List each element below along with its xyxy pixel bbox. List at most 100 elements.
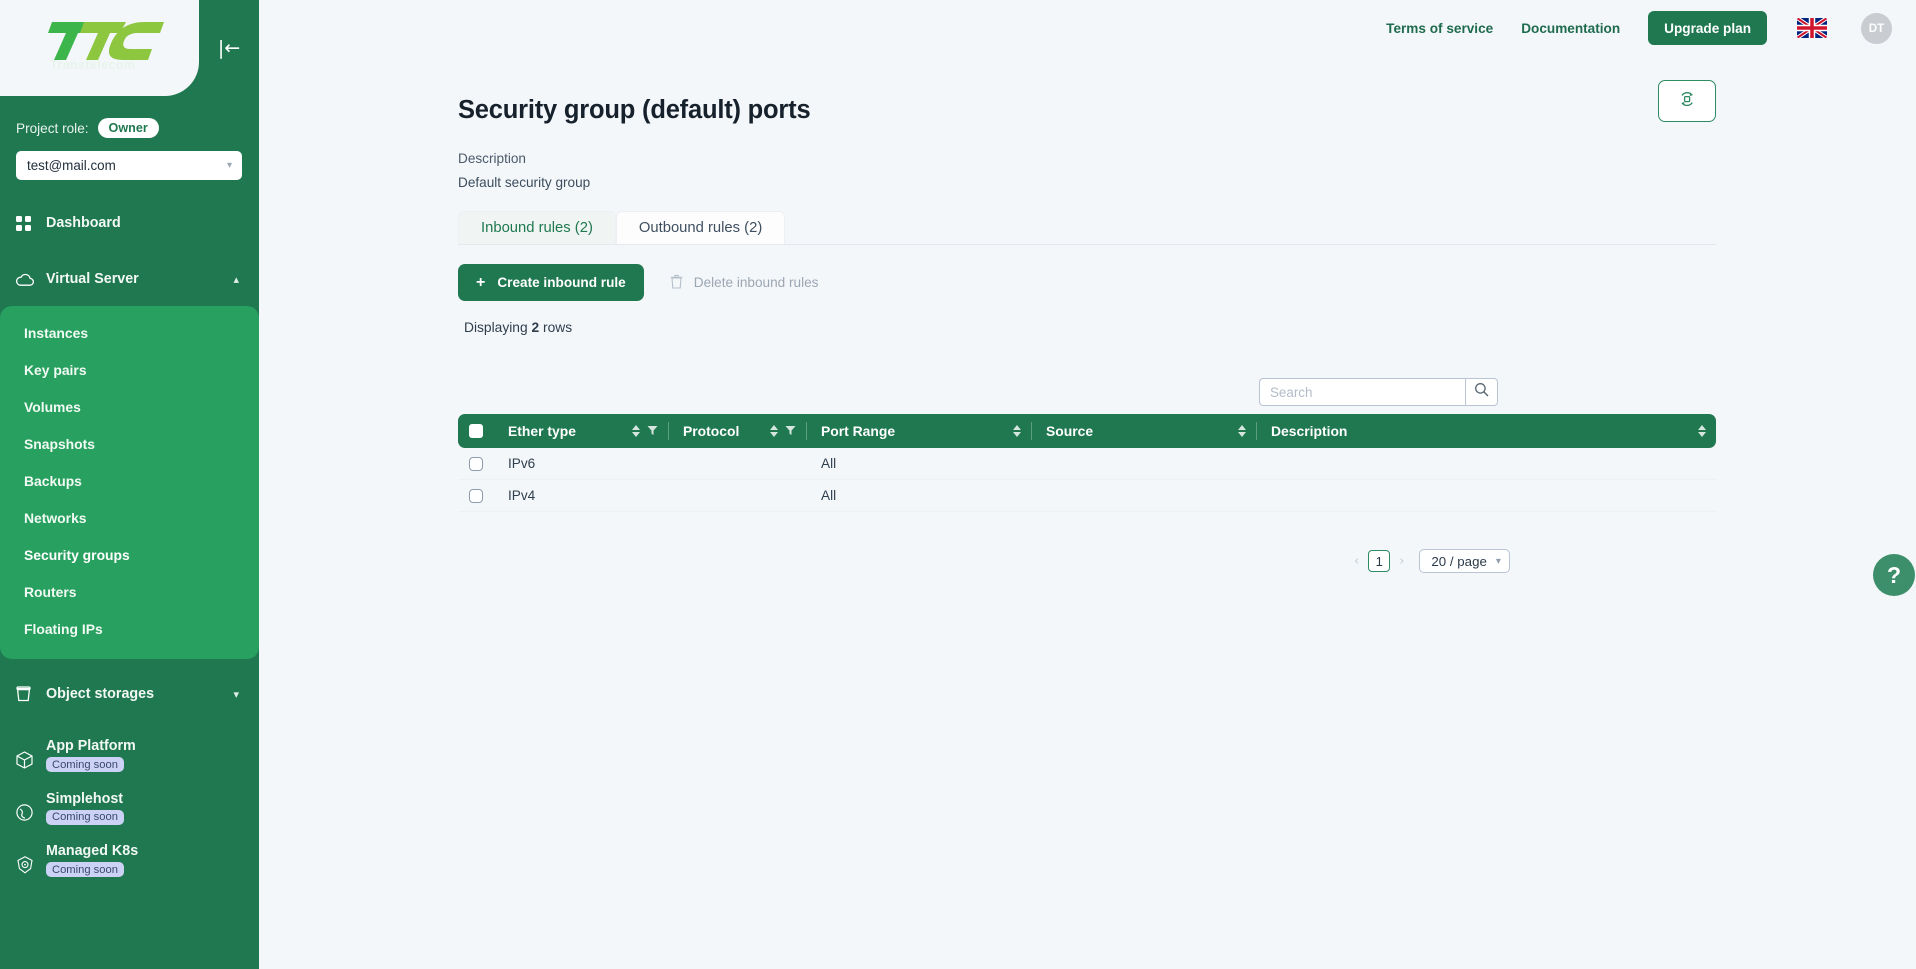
table-header-source[interactable]: Source xyxy=(1032,414,1256,448)
sidebar-item-dashboard[interactable]: Dashboard xyxy=(0,202,259,244)
sort-toggle-icon[interactable] xyxy=(1013,425,1021,437)
create-inbound-rule-button[interactable]: + Create inbound rule xyxy=(458,264,644,301)
sidebar-item-security-groups[interactable]: Security groups xyxy=(0,536,259,573)
sidebar-item-object-storages[interactable]: Object storages ▾ xyxy=(0,673,259,715)
sidebar-item-volumes[interactable]: Volumes xyxy=(0,388,259,425)
filter-funnel-icon[interactable] xyxy=(647,423,658,439)
select-all-checkbox[interactable] xyxy=(469,424,483,438)
page-size-select[interactable]: 20 / page ▾ xyxy=(1419,549,1510,573)
row-count-prefix: Displaying xyxy=(464,320,532,335)
sidebar-item-label: Dashboard xyxy=(46,215,121,231)
sidebar-item-label: Managed K8s xyxy=(46,843,139,859)
pagination-prev-button[interactable]: ‹ xyxy=(1354,554,1359,569)
tab-bar: Inbound rules (2) Outbound rules (2) xyxy=(458,211,1716,245)
search-input[interactable] xyxy=(1259,378,1465,406)
sort-toggle-icon[interactable] xyxy=(1238,425,1246,437)
table-row[interactable]: IPv4 All xyxy=(458,480,1716,512)
chevron-down-icon: ▾ xyxy=(226,160,232,171)
sidebar-collapse-button[interactable]: |← xyxy=(199,0,259,96)
filter-funnel-icon[interactable] xyxy=(785,423,796,439)
coming-soon-badge: Coming soon xyxy=(46,757,124,772)
sidebar-item-instances[interactable]: Instances xyxy=(0,314,259,351)
main-content: Security group (default) ports Descripti… xyxy=(259,56,1916,969)
refresh-button[interactable] xyxy=(1658,80,1716,122)
select-all-cell xyxy=(458,424,494,438)
pagination-next-button[interactable]: › xyxy=(1399,554,1404,569)
sidebar-subitem-label: Networks xyxy=(24,509,87,526)
sidebar-item-routers[interactable]: Routers xyxy=(0,573,259,610)
sidebar-item-label: Object storages xyxy=(46,686,155,702)
avatar[interactable]: DT xyxy=(1861,12,1892,44)
sidebar-subitem-label: Security groups xyxy=(24,546,130,563)
plus-icon: + xyxy=(476,273,486,291)
link-documentation[interactable]: Documentation xyxy=(1521,21,1620,36)
cell-source xyxy=(1032,480,1257,512)
sidebar-subitem-label: Instances xyxy=(24,324,89,341)
pagination-page-1[interactable]: 1 xyxy=(1368,550,1391,572)
tab-inbound-rules[interactable]: Inbound rules (2) xyxy=(458,211,616,244)
sidebar-item-label: Simplehost xyxy=(46,790,124,807)
sidebar-item-backups[interactable]: Backups xyxy=(0,462,259,499)
sidebar-item-networks[interactable]: Networks xyxy=(0,499,259,536)
help-button[interactable]: ? xyxy=(1873,554,1915,596)
sidebar-item-managed-k8s[interactable]: Managed K8s Coming soon xyxy=(0,834,259,887)
page-size-value: 20 / page xyxy=(1431,553,1487,569)
link-terms-of-service[interactable]: Terms of service xyxy=(1386,21,1493,36)
cube-icon xyxy=(16,738,42,769)
delete-inbound-rules-button[interactable]: Delete inbound rules xyxy=(670,274,818,292)
upgrade-plan-button[interactable]: Upgrade plan xyxy=(1648,11,1767,45)
table-row[interactable]: IPv6 All xyxy=(458,448,1716,480)
table-header-row: Ether type Protocol Port Range Source De… xyxy=(458,414,1716,448)
kubernetes-icon xyxy=(16,843,42,874)
sidebar-item-snapshots[interactable]: Snapshots xyxy=(0,425,259,462)
pagination: ‹ 1 › 20 / page ▾ xyxy=(1354,549,1510,573)
action-bar: + Create inbound rule Delete inbound rul… xyxy=(458,264,818,301)
sidebar-subitem-label: Backups xyxy=(24,472,82,489)
table-header-port-range[interactable]: Port Range xyxy=(807,414,1031,448)
sidebar-item-simplehost[interactable]: Simplehost Coming soon xyxy=(0,782,259,835)
table-header-description[interactable]: Description xyxy=(1257,414,1716,448)
cell-description xyxy=(1257,480,1716,512)
sidebar-item-label: App Platform xyxy=(46,738,136,754)
cell-protocol xyxy=(669,448,807,480)
logo-subtitle: Transtelecom xyxy=(50,58,136,72)
row-checkbox[interactable] xyxy=(469,488,483,503)
cell-description xyxy=(1257,448,1716,480)
chevron-up-icon: ▴ xyxy=(233,272,239,286)
sidebar: Transtelecom |← Project role: Owner test… xyxy=(0,0,259,969)
table-header-ether-type[interactable]: Ether type xyxy=(494,414,668,448)
sidebar-subitem-label: Routers xyxy=(24,583,77,600)
project-role-badge: Owner xyxy=(97,118,159,138)
sort-toggle-icon[interactable] xyxy=(770,425,778,437)
column-label: Source xyxy=(1046,423,1094,439)
sidebar-item-key-pairs[interactable]: Key pairs xyxy=(0,351,259,388)
sidebar-item-virtual-server[interactable]: Virtual Server ▴ xyxy=(0,258,259,300)
collapse-left-icon: |← xyxy=(217,36,241,59)
sort-toggle-icon[interactable] xyxy=(1698,425,1706,437)
column-label: Port Range xyxy=(821,423,896,439)
bucket-icon xyxy=(16,686,42,702)
row-select-cell xyxy=(458,456,494,471)
sidebar-item-app-platform[interactable]: App Platform Coming soon xyxy=(0,729,259,782)
project-role: Project role: Owner xyxy=(16,118,259,138)
sidebar-item-floating-ips[interactable]: Floating IPs xyxy=(0,610,259,647)
search-box xyxy=(1259,378,1498,406)
account-select-value: test@mail.com xyxy=(27,158,116,173)
uk-flag-icon[interactable] xyxy=(1797,18,1827,38)
table-header-protocol[interactable]: Protocol xyxy=(669,414,806,448)
account-select[interactable]: test@mail.com ▾ xyxy=(16,151,242,180)
coming-soon-badge: Coming soon xyxy=(46,862,124,877)
sidebar-subitem-label: Snapshots xyxy=(24,435,96,452)
trash-icon xyxy=(670,274,683,292)
description-value: Default security group xyxy=(458,175,591,190)
table-body: IPv6 All IPv4 All xyxy=(458,448,1716,512)
search-button[interactable] xyxy=(1465,378,1498,406)
row-checkbox[interactable] xyxy=(469,456,483,471)
sidebar-item-label: Virtual Server xyxy=(46,271,139,287)
sort-toggle-icon[interactable] xyxy=(632,425,640,437)
rules-table: Ether type Protocol Port Range Source De… xyxy=(458,414,1716,512)
project-role-label: Project role: xyxy=(16,120,89,136)
column-label: Description xyxy=(1271,423,1348,439)
cell-source xyxy=(1032,448,1257,480)
tab-outbound-rules[interactable]: Outbound rules (2) xyxy=(615,211,786,244)
